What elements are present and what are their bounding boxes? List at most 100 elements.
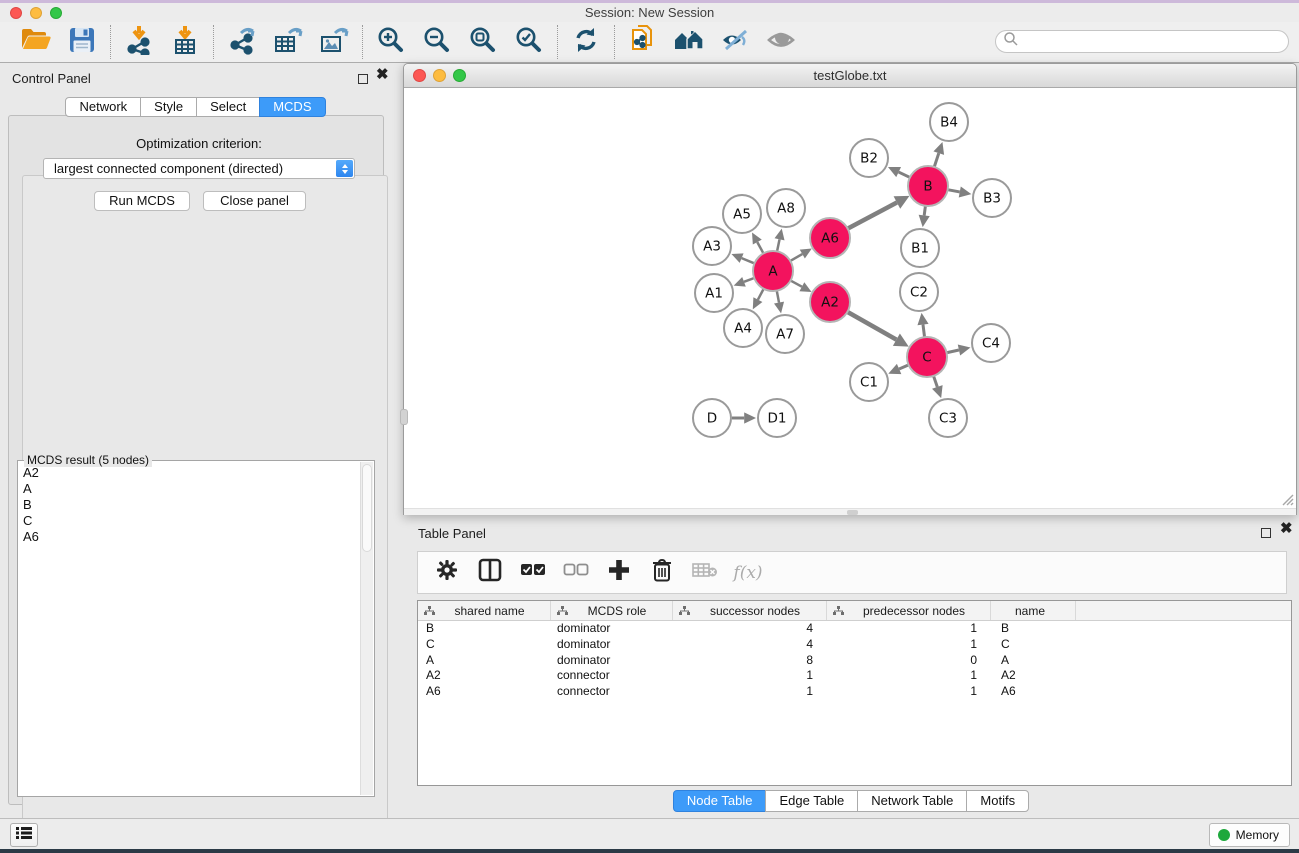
node-table[interactable]: shared nameMCDS rolesuccessor nodesprede…	[417, 600, 1292, 786]
cell[interactable]: 0	[827, 653, 991, 669]
cell[interactable]: B	[991, 621, 1076, 637]
cell[interactable]: dominator	[551, 621, 673, 637]
edge-A-A7[interactable]	[777, 291, 779, 303]
edge-C-C4[interactable]	[947, 350, 959, 353]
cell[interactable]: 1	[673, 684, 827, 700]
edge-A-A4[interactable]	[758, 289, 764, 300]
cell[interactable]: 4	[673, 637, 827, 653]
column-header-name[interactable]: name	[991, 601, 1076, 620]
delete-table-button[interactable]	[692, 560, 718, 586]
cell[interactable]: connector	[551, 668, 673, 684]
hide-selected-button[interactable]	[719, 26, 751, 58]
open-session-button[interactable]	[20, 26, 52, 58]
optimization-criterion-select[interactable]: largest connected component (directed)	[43, 158, 355, 179]
edge-C-C3[interactable]	[934, 376, 938, 387]
close-panel-button[interactable]: Close panel	[203, 191, 306, 211]
cell[interactable]: B	[418, 621, 551, 637]
cell[interactable]: dominator	[551, 637, 673, 653]
edge-A-A6[interactable]	[790, 254, 802, 261]
tab-mcds[interactable]: MCDS	[259, 97, 325, 117]
table-row[interactable]: Bdominator41B	[418, 621, 1291, 637]
mcds-result-item[interactable]: C	[19, 513, 359, 529]
network-hscrollbar[interactable]	[404, 508, 1296, 515]
function-builder-button[interactable]: f(x)	[735, 560, 761, 586]
run-mcds-button[interactable]: Run MCDS	[94, 191, 190, 211]
mcds-result-item[interactable]: A2	[19, 465, 359, 481]
table-row[interactable]: A6connector11A6	[418, 684, 1291, 700]
mcds-result-scrollbar[interactable]	[360, 462, 373, 795]
edge-A-A3[interactable]	[742, 258, 755, 263]
export-table-button[interactable]	[272, 26, 304, 58]
zoom-selected-button[interactable]	[513, 26, 545, 58]
show-all-button[interactable]	[765, 26, 797, 58]
mcds-result-item[interactable]: B	[19, 497, 359, 513]
edge-C-C1[interactable]	[899, 365, 909, 369]
search-field[interactable]	[995, 30, 1289, 53]
network-vscroll-thumb[interactable]	[400, 409, 408, 425]
edge-B-B3[interactable]	[948, 190, 960, 192]
edge-A-A1[interactable]	[744, 278, 754, 282]
cell[interactable]: C	[418, 637, 551, 653]
tab-select[interactable]: Select	[196, 97, 260, 117]
edge-A-A8[interactable]	[777, 239, 779, 251]
edge-C-C2[interactable]	[923, 325, 925, 338]
cell[interactable]: C	[991, 637, 1076, 653]
memory-button[interactable]: Memory	[1209, 823, 1290, 847]
apply-layout-button[interactable]	[570, 26, 602, 58]
cell[interactable]: A2	[991, 668, 1076, 684]
zoom-out-button[interactable]	[421, 26, 453, 58]
table-row[interactable]: Cdominator41C	[418, 637, 1291, 653]
export-network-button[interactable]	[226, 26, 258, 58]
tab-network-table[interactable]: Network Table	[857, 790, 967, 812]
network-canvas[interactable]: AA1A3A5A8A6A2A4A7BB1B2B3B4CC1C2C3C4DD1	[404, 89, 1296, 515]
cell[interactable]: A2	[418, 668, 551, 684]
table-row[interactable]: Adominator80A	[418, 653, 1291, 669]
cell[interactable]: 1	[827, 637, 991, 653]
delete-column-button[interactable]	[649, 560, 675, 586]
tab-network[interactable]: Network	[65, 97, 141, 117]
column-header-MCDS-role[interactable]: MCDS role	[551, 601, 673, 620]
float-panel-icon[interactable]	[358, 74, 368, 84]
export-image-button[interactable]	[318, 26, 350, 58]
cell[interactable]: A6	[991, 684, 1076, 700]
column-header-successor-nodes[interactable]: successor nodes	[673, 601, 827, 620]
edge-B-B2[interactable]	[899, 172, 910, 177]
cell[interactable]: A	[418, 653, 551, 669]
table-row[interactable]: A2connector11A2	[418, 668, 1291, 684]
tab-style[interactable]: Style	[140, 97, 197, 117]
cell[interactable]: A6	[418, 684, 551, 700]
cell[interactable]: 8	[673, 653, 827, 669]
resize-grip-icon[interactable]	[1280, 492, 1294, 506]
cell[interactable]: A	[991, 653, 1076, 669]
edge-A6-B[interactable]	[848, 202, 897, 228]
close-panel-icon[interactable]: ✖	[376, 68, 389, 82]
new-network-from-selection-button[interactable]	[627, 26, 659, 58]
cell[interactable]: 1	[827, 668, 991, 684]
cell[interactable]: 1	[673, 668, 827, 684]
add-column-button[interactable]	[606, 560, 632, 586]
edge-A-A5[interactable]	[757, 242, 763, 253]
cell[interactable]: connector	[551, 684, 673, 700]
column-header-predecessor-nodes[interactable]: predecessor nodes	[827, 601, 991, 620]
select-all-button[interactable]	[520, 560, 546, 586]
table-settings-button[interactable]	[434, 560, 460, 586]
tab-node-table[interactable]: Node Table	[673, 790, 767, 812]
zoom-fit-button[interactable]	[467, 26, 499, 58]
cell[interactable]: 4	[673, 621, 827, 637]
cell[interactable]: 1	[827, 621, 991, 637]
zoom-in-button[interactable]	[375, 26, 407, 58]
edge-B-B4[interactable]	[934, 153, 939, 167]
mcds-result-item[interactable]: A	[19, 481, 359, 497]
search-input[interactable]	[1019, 33, 1288, 51]
home-button[interactable]	[673, 26, 705, 58]
close-table-panel-icon[interactable]: ✖	[1280, 522, 1293, 536]
save-session-button[interactable]	[66, 26, 98, 58]
import-network-button[interactable]	[123, 26, 155, 58]
cell[interactable]: dominator	[551, 653, 673, 669]
task-history-button[interactable]	[10, 823, 38, 847]
tab-motifs[interactable]: Motifs	[966, 790, 1029, 812]
edge-A-A2[interactable]	[791, 281, 802, 287]
column-header-shared-name[interactable]: shared name	[418, 601, 551, 620]
mcds-result-list[interactable]: A2ABCA6	[19, 465, 359, 795]
show-columns-button[interactable]	[477, 560, 503, 586]
